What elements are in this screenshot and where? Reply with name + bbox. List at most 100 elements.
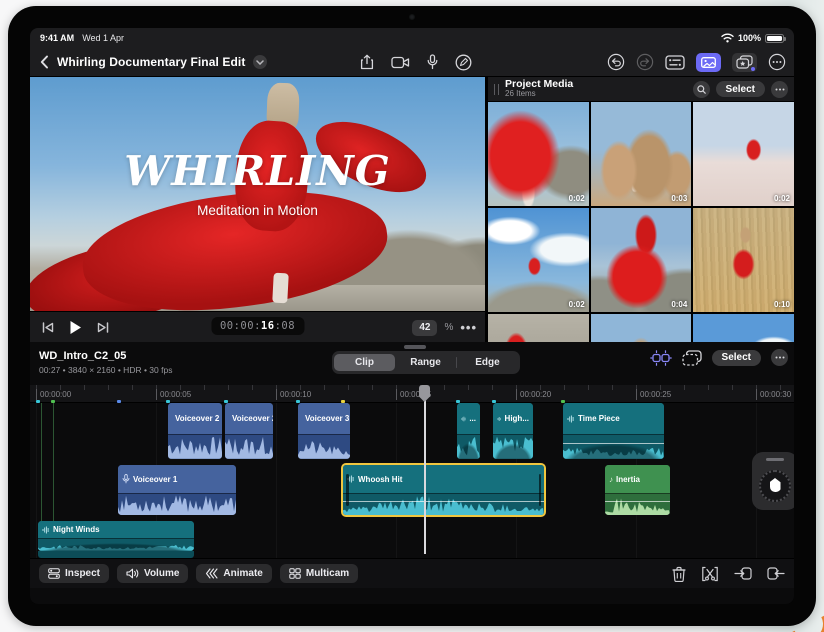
redo-icon: [636, 53, 654, 71]
timecode-display[interactable]: 00:00:16:08: [210, 317, 305, 335]
viewer-zoom-unit: %: [444, 322, 454, 333]
wifi-icon: [721, 33, 734, 43]
status-time: 9:41 AM: [40, 33, 75, 43]
video-viewer[interactable]: WHIRLING Meditation in Motion: [30, 77, 485, 311]
media-thumbnail[interactable]: 0:04: [590, 208, 692, 312]
media-thumbnail[interactable]: 0:02: [693, 102, 794, 206]
media-thumbnail[interactable]: 0:02: [488, 208, 589, 312]
ruler-label: 00:00:00: [36, 389, 71, 400]
battery-icon: [765, 33, 786, 43]
titles-effects-icon[interactable]: [732, 52, 757, 72]
split-clip-icon[interactable]: [701, 566, 719, 582]
edit-mode-segmented-control: Clip Range Edge: [332, 351, 520, 374]
volume-button[interactable]: Volume: [117, 564, 189, 583]
media-thumbnail[interactable]: [488, 314, 589, 342]
status-date: Wed 1 Apr: [82, 33, 125, 43]
timeline-lanes[interactable]: Voiceover 2 Voiceover 2 Voiceover 3 ...: [30, 400, 794, 558]
browser-list-icon[interactable]: [665, 54, 685, 70]
jog-handle[interactable]: [766, 458, 784, 461]
app-toolbar: Whirling Documentary Final Edit: [30, 48, 794, 77]
more-icon[interactable]: [768, 53, 786, 71]
clip-high[interactable]: High...: [493, 403, 533, 459]
snapping-icon[interactable]: [649, 349, 672, 366]
clip-duration: 0:04: [671, 300, 688, 309]
multicam-button[interactable]: Multicam: [279, 564, 359, 583]
ruler-label: 00:00:20: [516, 389, 551, 400]
timeline-more-icon[interactable]: [771, 349, 788, 366]
timecode-seconds: 16: [260, 320, 275, 332]
clip-voiceover-2[interactable]: Voiceover 2: [168, 403, 222, 459]
ruler-label: 00:00:25: [636, 389, 671, 400]
previous-frame-icon[interactable]: [42, 322, 54, 333]
transport-bar: 00:00:16:08 42 % •••: [30, 311, 485, 342]
back-icon[interactable]: [40, 55, 49, 69]
project-media-header: Project Media 26 Items Select: [488, 77, 794, 101]
clip-voiceover-2[interactable]: Voiceover 2: [225, 403, 273, 459]
ruler-label: 00:00:30: [756, 389, 791, 400]
dancer-legs: [272, 272, 289, 304]
delete-icon[interactable]: [672, 566, 686, 582]
clip-time-piece[interactable]: Time Piece: [563, 403, 664, 459]
animate-button[interactable]: Animate: [196, 564, 272, 583]
pencil-tool-icon[interactable]: [455, 54, 472, 71]
final-cut-pro-screen: 9:41 AM Wed 1 Apr 100% Whirling Document…: [30, 28, 794, 604]
edge-marker: [36, 400, 40, 403]
timeline-project-name: WD_Intro_C2_05: [39, 350, 127, 362]
timeline-resize-handle[interactable]: [404, 345, 426, 349]
share-icon[interactable]: [360, 54, 374, 70]
next-frame-icon[interactable]: [97, 322, 109, 333]
front-camera: [409, 14, 415, 20]
viewer-more-icon[interactable]: •••: [460, 320, 477, 335]
camera-icon[interactable]: [391, 56, 410, 69]
search-icon[interactable]: [692, 80, 710, 98]
media-thumbnail[interactable]: 0:02: [488, 102, 589, 206]
media-thumbnail[interactable]: 0:10: [693, 208, 794, 312]
media-browser-icon[interactable]: [696, 52, 721, 72]
edge-marker: [51, 400, 55, 403]
clip-voiceover-3[interactable]: Voiceover 3: [298, 403, 350, 459]
mode-edge[interactable]: Edge: [457, 354, 518, 371]
playhead-line[interactable]: [424, 399, 426, 554]
mode-range[interactable]: Range: [395, 354, 456, 371]
title-overlay: WHIRLING: [124, 147, 391, 195]
title-chevron-down-icon[interactable]: [253, 55, 268, 69]
play-icon[interactable]: [69, 320, 82, 335]
marketing-background: 9:41 AM Wed 1 Apr 100% Whirling Document…: [0, 0, 824, 632]
clip-inertia[interactable]: ♪ Inertia: [605, 465, 670, 515]
viewer-zoom-value[interactable]: 42: [412, 319, 438, 336]
mode-clip[interactable]: Clip: [334, 354, 395, 371]
insert-clip-icon[interactable]: [734, 566, 752, 581]
microphone-icon[interactable]: [427, 54, 438, 70]
undo-icon[interactable]: [607, 53, 625, 71]
inspect-button[interactable]: Inspect: [39, 564, 110, 583]
media-more-icon[interactable]: [771, 80, 788, 98]
media-select-button[interactable]: Select: [715, 81, 765, 97]
trim-handle-left[interactable]: [346, 474, 349, 506]
jog-wheel[interactable]: [752, 452, 794, 510]
panel-drag-handle[interactable]: [494, 83, 499, 95]
clip-duration: 0:02: [568, 194, 585, 203]
media-thumbnail[interactable]: 0:03: [590, 102, 692, 206]
timeline-panel: WD_Intro_C2_05 00:27 • 3840 × 2160 • HDR…: [30, 342, 794, 604]
project-title[interactable]: Whirling Documentary Final Edit: [57, 55, 245, 69]
ruler-label: 00:00:05: [156, 389, 191, 400]
overwrite-clip-icon[interactable]: [767, 566, 785, 581]
subtitle-overlay: Meditation in Motion: [197, 203, 318, 218]
media-thumbnail[interactable]: [590, 314, 692, 342]
clip-night-winds[interactable]: Night Winds: [38, 521, 194, 551]
clip-voiceover-1[interactable]: Voiceover 1: [118, 465, 236, 515]
clip-sfx-truncated[interactable]: ...: [457, 403, 480, 459]
timeline-ruler[interactable]: 00:00:00 00:00:05 00:00:10 00:00:15 00:0…: [30, 385, 794, 403]
ipad-device-frame: 9:41 AM Wed 1 Apr 100% Whirling Document…: [8, 6, 816, 626]
status-bar: 9:41 AM Wed 1 Apr 100%: [30, 28, 794, 48]
connect-clip-icon[interactable]: [681, 349, 702, 366]
clip-duration: 0:02: [773, 194, 790, 203]
timecode-hours: 00:00:: [219, 320, 261, 332]
clip-whoosh-hit-selected[interactable]: Whoosh Hit: [341, 463, 546, 517]
titles-badge-dot: [751, 66, 755, 71]
battery-percent: 100%: [737, 33, 761, 43]
media-thumbnail[interactable]: [693, 314, 794, 342]
timeline-select-button[interactable]: Select: [711, 349, 761, 366]
trim-handle-right[interactable]: [538, 474, 541, 506]
media-grid: 0:02 0:03 0:02 0:02 0:04 0:10: [488, 102, 794, 342]
